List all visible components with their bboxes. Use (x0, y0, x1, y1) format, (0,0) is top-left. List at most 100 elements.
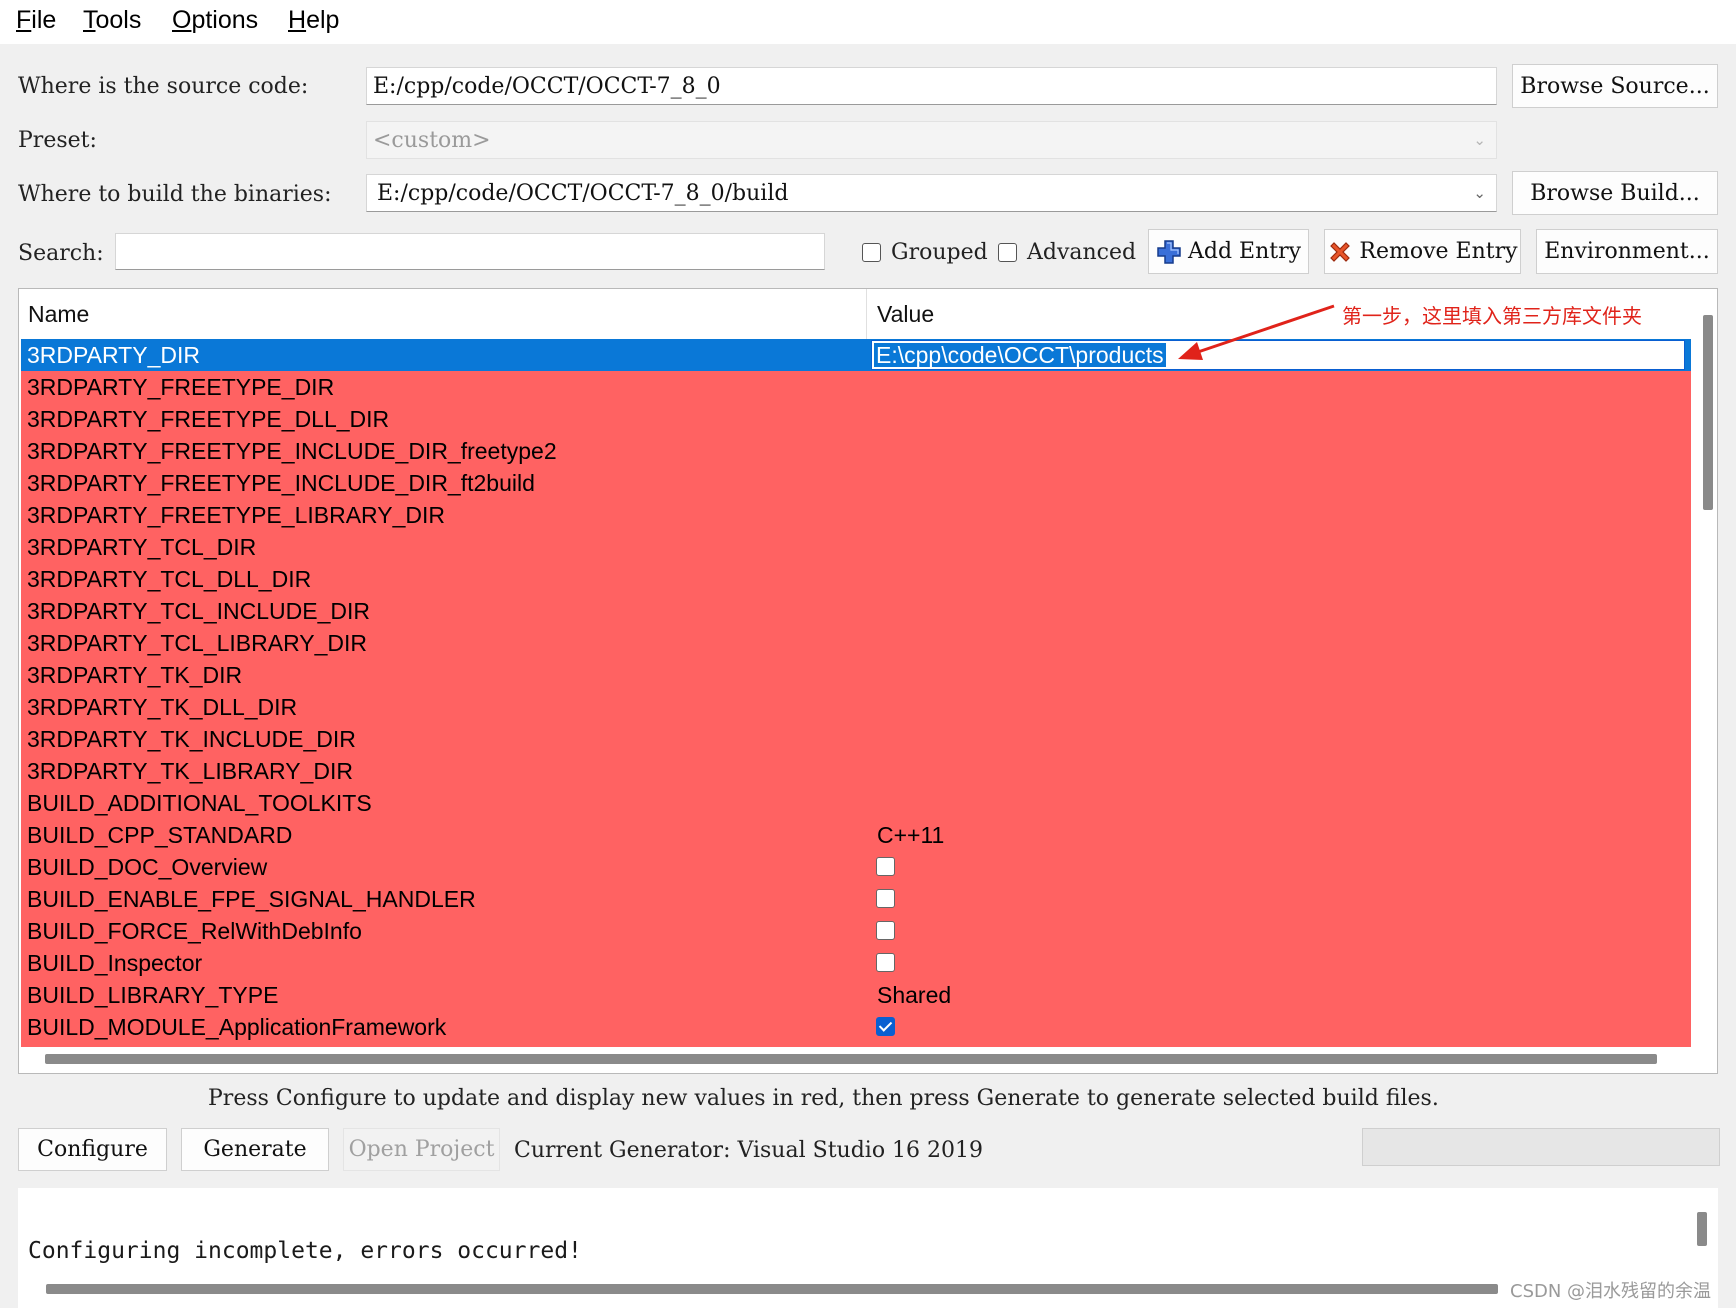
table-row[interactable]: 3RDPARTY_FREETYPE_DIR (21, 371, 1691, 403)
table-row[interactable]: 3RDPARTY_TK_DIR (21, 659, 1691, 691)
current-generator: Current Generator: Visual Studio 16 2019 (514, 1138, 984, 1163)
output-horizontal-scrollbar-thumb[interactable] (46, 1284, 1498, 1294)
row-value[interactable]: C++11 (877, 822, 944, 849)
add-entry-label: Add Entry (1187, 239, 1302, 264)
browse-build-label: Browse Build... (1530, 180, 1700, 206)
row-name: 3RDPARTY_FREETYPE_DLL_DIR (27, 406, 390, 432)
row-value-checkbox[interactable] (876, 857, 895, 876)
table-row[interactable]: 3RDPARTY_TK_INCLUDE_DIR (21, 723, 1691, 755)
advanced-checkbox[interactable]: Advanced (998, 240, 1136, 265)
table-row[interactable]: BUILD_ENABLE_FPE_SIGNAL_HANDLER (21, 883, 1691, 915)
environment-button[interactable]: Environment... (1536, 229, 1718, 274)
row-value-checkbox[interactable] (876, 1017, 895, 1036)
search-input[interactable] (115, 233, 825, 270)
search-label: Search: (18, 241, 104, 266)
column-header-name[interactable]: Name (19, 289, 867, 339)
menu-help[interactable]: Help (288, 6, 339, 35)
table-row[interactable]: BUILD_ADDITIONAL_TOOLKITS (21, 787, 1691, 819)
menu-file[interactable]: File (16, 6, 56, 35)
open-project-label: Open Project (348, 1137, 495, 1162)
table-row[interactable]: BUILD_CPP_STANDARD C++11 (21, 819, 1691, 851)
build-label: Where to build the binaries: (18, 182, 332, 207)
table-row[interactable]: BUILD_Inspector (21, 947, 1691, 979)
source-label: Where is the source code: (18, 74, 309, 99)
source-path-value: E:/cpp/code/OCCT/OCCT-7_8_0 (373, 73, 721, 99)
table-row[interactable]: BUILD_MODULE_ApplicationFramework (21, 1011, 1691, 1043)
configure-label: Configure (37, 1137, 148, 1162)
generate-button[interactable]: Generate (181, 1128, 329, 1171)
advanced-checkbox-box[interactable] (998, 243, 1017, 262)
row-name: BUILD_ENABLE_FPE_SIGNAL_HANDLER (27, 886, 476, 912)
row-value-checkbox[interactable] (876, 921, 895, 940)
chevron-down-icon: ⌄ (1473, 131, 1486, 149)
row-name: 3RDPARTY_FREETYPE_INCLUDE_DIR_ft2build (27, 470, 535, 496)
configure-button[interactable]: Configure (18, 1128, 167, 1171)
row-name: 3RDPARTY_TCL_LIBRARY_DIR (27, 630, 368, 656)
menu-bar: File Tools Options Help (0, 0, 1736, 44)
table-row[interactable]: 3RDPARTY_TK_DLL_DIR (21, 691, 1691, 723)
watermark: CSDN @泪水残留的余温 (1510, 1281, 1712, 1302)
grouped-checkbox-box[interactable] (862, 243, 881, 262)
row-name: 3RDPARTY_TCL_DLL_DIR (27, 566, 312, 592)
row-name: BUILD_CPP_STANDARD (27, 822, 293, 848)
row-value-checkbox[interactable] (876, 889, 895, 908)
menu-tools[interactable]: Tools (83, 6, 141, 35)
row-name: 3RDPARTY_TCL_INCLUDE_DIR (27, 598, 370, 624)
annotation-arrow-icon (1178, 304, 1335, 360)
table-row[interactable]: 3RDPARTY_TCL_LIBRARY_DIR (21, 627, 1691, 659)
row-name: 3RDPARTY_TK_INCLUDE_DIR (27, 726, 356, 752)
table-row[interactable]: BUILD_LIBRARY_TYPE Shared (21, 979, 1691, 1011)
output-vertical-scrollbar-thumb[interactable] (1697, 1212, 1707, 1246)
table-row[interactable]: 3RDPARTY_DIR E:\cpp\code\OCCT\products (21, 339, 1691, 371)
row-name: 3RDPARTY_TCL_DIR (27, 534, 257, 560)
open-project-button[interactable]: Open Project (343, 1128, 500, 1171)
vertical-scrollbar[interactable] (1700, 315, 1716, 510)
row-name: 3RDPARTY_FREETYPE_DIR (27, 374, 335, 400)
row-name: BUILD_DOC_Overview (27, 854, 268, 880)
table-row[interactable]: 3RDPARTY_TCL_INCLUDE_DIR (21, 595, 1691, 627)
row-name: 3RDPARTY_FREETYPE_INCLUDE_DIR_freetype2 (27, 438, 557, 464)
output-text: Configuring incomplete, errors occurred! (28, 1238, 582, 1264)
table-row[interactable]: BUILD_FORCE_RelWithDebInfo (21, 915, 1691, 947)
table-row[interactable]: 3RDPARTY_TCL_DIR (21, 531, 1691, 563)
chevron-down-icon[interactable]: ⌄ (1473, 184, 1486, 202)
plus-icon (1156, 239, 1182, 265)
table-row[interactable]: BUILD_DOC_Overview (21, 851, 1691, 883)
row-value-checkbox[interactable] (876, 953, 895, 972)
build-path-value: E:/cpp/code/OCCT/OCCT-7_8_0/build (377, 180, 789, 206)
source-path-input[interactable]: E:/cpp/code/OCCT/OCCT-7_8_0 (366, 67, 1497, 105)
row-name: BUILD_FORCE_RelWithDebInfo (27, 918, 362, 944)
generate-label: Generate (203, 1137, 307, 1162)
remove-entry-button[interactable]: Remove Entry (1324, 229, 1521, 274)
table-row[interactable]: 3RDPARTY_FREETYPE_DLL_DIR (21, 403, 1691, 435)
progress-bar (1362, 1128, 1720, 1166)
output-log[interactable]: Configuring incomplete, errors occurred! (18, 1188, 1718, 1308)
browse-source-label: Browse Source... (1520, 73, 1710, 99)
vertical-scrollbar-thumb[interactable] (1703, 315, 1713, 510)
preset-label: Preset: (18, 128, 97, 153)
row-name: BUILD_Inspector (27, 950, 203, 976)
grouped-checkbox[interactable]: Grouped (862, 240, 988, 265)
horizontal-scrollbar-thumb[interactable] (45, 1054, 1657, 1064)
grouped-label: Grouped (891, 240, 988, 265)
row-value[interactable]: Shared (877, 982, 951, 1009)
row-name: BUILD_ADDITIONAL_TOOLKITS (27, 790, 372, 816)
menu-options[interactable]: Options (172, 6, 258, 35)
table-row[interactable]: 3RDPARTY_TK_LIBRARY_DIR (21, 755, 1691, 787)
build-path-combo[interactable]: E:/cpp/code/OCCT/OCCT-7_8_0/build ⌄ (366, 174, 1497, 212)
environment-label: Environment... (1544, 239, 1710, 264)
cache-rows: 3RDPARTY_DIR E:\cpp\code\OCCT\products 3RD… (21, 339, 1691, 1047)
table-row[interactable]: 3RDPARTY_FREETYPE_LIBRARY_DIR (21, 499, 1691, 531)
table-row[interactable]: 3RDPARTY_TCL_DLL_DIR (21, 563, 1691, 595)
browse-build-button[interactable]: Browse Build... (1512, 171, 1718, 215)
remove-x-icon (1327, 239, 1353, 265)
preset-dropdown[interactable]: <custom> ⌄ (366, 121, 1497, 159)
row-name: BUILD_LIBRARY_TYPE (27, 982, 279, 1008)
remove-entry-label: Remove Entry (1359, 239, 1518, 264)
table-row[interactable]: 3RDPARTY_FREETYPE_INCLUDE_DIR_ft2build (21, 467, 1691, 499)
status-hint: Press Configure to update and display ne… (208, 1086, 1439, 1111)
table-row[interactable]: 3RDPARTY_FREETYPE_INCLUDE_DIR_freetype2 (21, 435, 1691, 467)
add-entry-button[interactable]: Add Entry (1148, 229, 1309, 274)
row-value-selected-text[interactable]: E:\cpp\code\OCCT\products (874, 343, 1166, 368)
browse-source-button[interactable]: Browse Source... (1512, 64, 1718, 108)
